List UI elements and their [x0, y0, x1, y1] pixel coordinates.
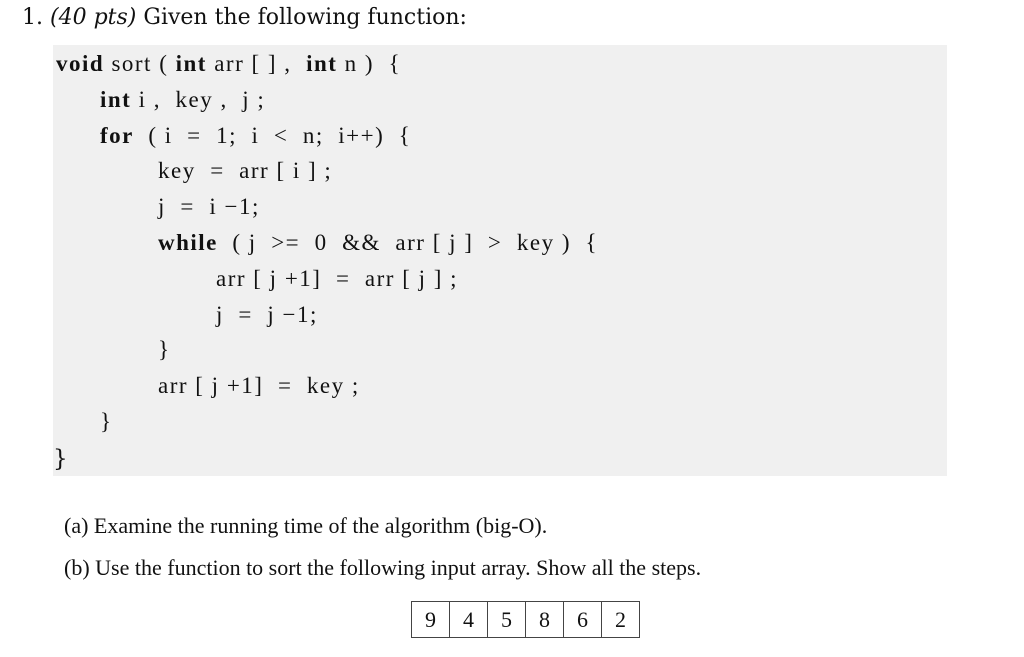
- code-text: ( j >= 0 && arr [ j ] > key ) {: [217, 230, 599, 255]
- code-line: j = j −1;: [216, 300, 318, 330]
- code-line: int i , key , j ;: [100, 85, 265, 115]
- code-text: arr [ j +1] = key ;: [158, 373, 360, 399]
- code-keyword: while: [158, 230, 218, 255]
- part-a-text: Examine the running time of the algorith…: [93, 513, 548, 538]
- code-keyword: int: [175, 51, 207, 76]
- part-a-label: (a): [64, 513, 89, 538]
- code-keyword: void: [56, 51, 105, 76]
- code-line: j = i −1;: [158, 192, 260, 222]
- code-text: arr [ j +1] = arr [ j ] ;: [216, 265, 459, 291]
- code-text: i , key , j ;: [131, 86, 266, 112]
- question-points: (40 pts): [50, 5, 137, 30]
- code-text: ( i = 1; i < n; i++) {: [133, 122, 412, 148]
- code-line: }: [158, 335, 171, 365]
- code-text: arr [ ] ,: [206, 51, 307, 76]
- code-keyword: int: [306, 51, 338, 76]
- code-line: while ( j >= 0 && arr [ j ] > key ) {: [158, 228, 598, 258]
- array-cell: 8: [526, 602, 564, 637]
- part-a: (a) Examine the running time of the algo…: [64, 512, 547, 540]
- question-number: 1.: [22, 5, 43, 30]
- code-line: arr [ j +1] = key ;: [158, 371, 360, 401]
- array-cell: 2: [615, 606, 626, 632]
- code-text: j = j −1;: [216, 301, 318, 327]
- code-line: key = arr [ i ] ;: [158, 156, 332, 186]
- array-cell: 4: [450, 602, 488, 637]
- question-prompt: Given the following function:: [143, 5, 467, 30]
- code-keyword: int: [100, 86, 132, 112]
- code-line: for ( i = 1; i < n; i++) {: [100, 121, 411, 151]
- code-keyword: for: [100, 122, 134, 148]
- part-b: (b) Use the function to sort the followi…: [64, 554, 701, 582]
- code-block: void sort ( int arr [ ] , int n ) {int i…: [53, 45, 947, 476]
- code-text: key = arr [ i ] ;: [158, 158, 333, 184]
- code-text: }: [158, 337, 171, 363]
- array-cell: 9: [412, 602, 450, 637]
- code-text: j = i −1;: [158, 194, 260, 220]
- part-b-label: (b): [64, 555, 90, 580]
- code-text: sort (: [104, 51, 176, 76]
- input-array: 945862: [411, 601, 640, 638]
- array-cell: 5: [488, 602, 526, 637]
- question-header: 1. (40 pts) Given the following function…: [22, 4, 467, 32]
- code-line: arr [ j +1] = arr [ j ] ;: [216, 264, 458, 294]
- code-line: }: [100, 407, 113, 437]
- array-cell: 6: [564, 602, 602, 637]
- code-closing-brace: }: [53, 446, 68, 472]
- code-text: }: [100, 409, 113, 434]
- code-text: n ) {: [337, 51, 402, 76]
- part-b-text: Use the function to sort the following i…: [95, 555, 702, 580]
- code-line: void sort ( int arr [ ] , int n ) {: [56, 49, 401, 79]
